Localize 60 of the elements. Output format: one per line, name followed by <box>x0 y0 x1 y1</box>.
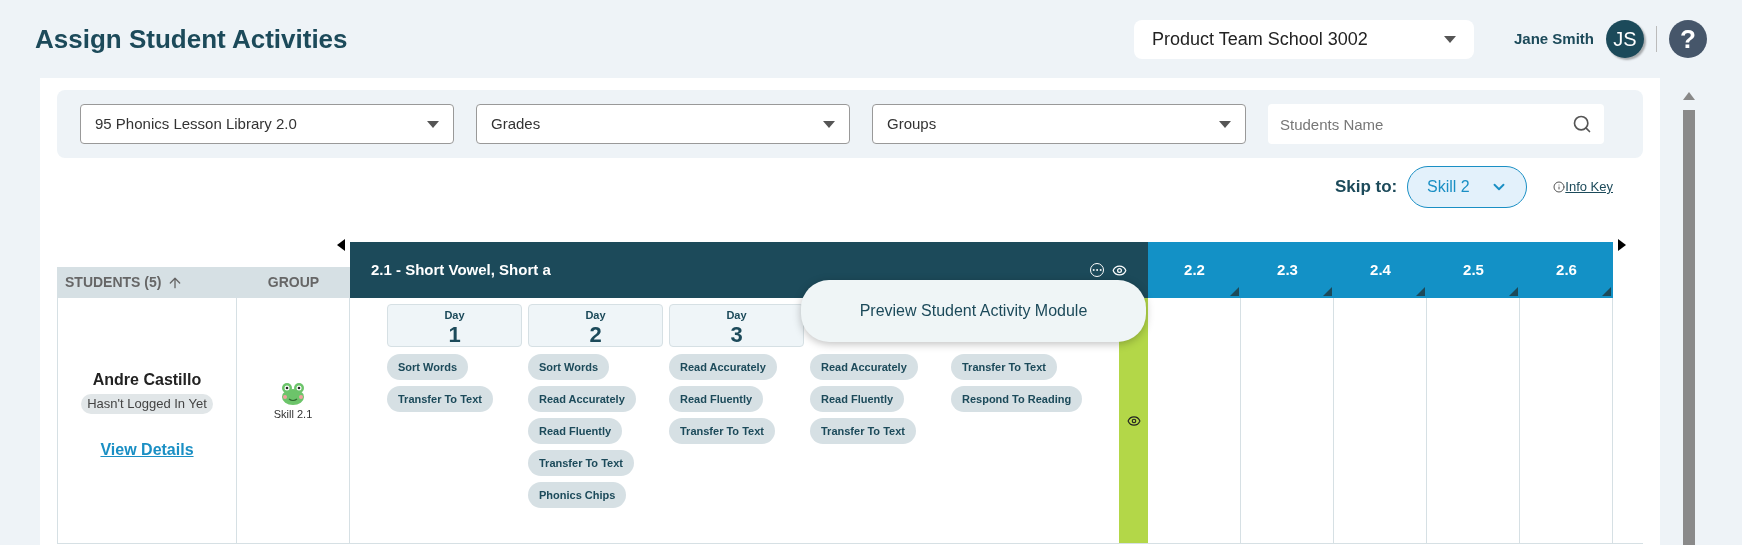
activity-chip[interactable]: Sort Words <box>387 354 469 380</box>
skill-column-header[interactable]: 2.2 <box>1148 242 1241 298</box>
activity-chip[interactable]: Read Accurately <box>810 354 918 380</box>
view-details-link[interactable]: View Details <box>100 437 194 462</box>
activity-chip[interactable]: Transfer To Text <box>528 450 634 476</box>
activity-chip[interactable]: Transfer To Text <box>387 386 493 412</box>
filter-dropdown[interactable]: 95 Phonics Lesson Library 2.0 <box>80 104 454 144</box>
scrollbar-thumb[interactable] <box>1683 110 1695 545</box>
activity-chip[interactable]: Read Fluently <box>810 386 905 412</box>
activity-chip[interactable]: Read Accurately <box>528 386 636 412</box>
status-tag: Hasn't Logged In Yet <box>81 394 213 414</box>
corner-triangle-icon <box>1509 287 1518 296</box>
page-title: Assign Student Activities <box>35 22 348 56</box>
activity-chip[interactable]: Respond To Reading <box>951 386 1083 412</box>
corner-triangle-icon <box>1416 287 1425 296</box>
info-key-link[interactable]: Info Key <box>1565 177 1613 197</box>
scroll-up-icon[interactable] <box>1683 92 1695 100</box>
eye-icon[interactable] <box>1126 413 1141 428</box>
corner-triangle-icon <box>1323 287 1332 296</box>
scroll-left-icon[interactable] <box>337 239 345 251</box>
frog-icon <box>280 380 306 406</box>
skip-to-label: Skip to: <box>1334 176 1398 199</box>
caret-icon <box>1219 120 1231 128</box>
day-header: Day 1 <box>387 304 522 347</box>
day-header: Day 2 <box>528 304 663 347</box>
preview-tooltip: Preview Student Activity Module <box>801 280 1146 342</box>
activity-chip[interactable]: Read Fluently <box>528 418 623 444</box>
skill-column-header[interactable]: 2.5 <box>1427 242 1520 298</box>
search-field[interactable]: Students Name <box>1268 104 1604 144</box>
info-icon <box>1553 181 1566 193</box>
filter-dropdown[interactable]: Groups <box>872 104 1246 144</box>
group-column-header: GROUP <box>266 273 321 292</box>
students-column-header[interactable]: STUDENTS (5) <box>57 267 237 298</box>
caret-icon <box>1443 35 1456 43</box>
skill-column-header[interactable]: 2.3 <box>1241 242 1334 298</box>
group-label: Skill 2.1 <box>273 407 313 422</box>
activity-chip[interactable]: Transfer To Text <box>951 354 1057 380</box>
scroll-right-icon[interactable] <box>1618 239 1626 251</box>
filter-dropdown[interactable]: Grades <box>476 104 850 144</box>
day-header: Day 3 <box>669 304 804 347</box>
school-dropdown[interactable]: Product Team School 3002 <box>1133 19 1474 59</box>
caret-icon <box>823 120 835 128</box>
eye-icon[interactable] <box>1112 262 1127 278</box>
activity-chip[interactable]: Read Fluently <box>669 386 764 412</box>
skill-column-header[interactable]: 2.6 <box>1520 242 1613 298</box>
activity-chip[interactable]: Sort Words <box>528 354 610 380</box>
activity-chip[interactable]: Transfer To Text <box>810 418 916 444</box>
user-name: Jane Smith <box>1513 28 1594 49</box>
help-button[interactable]: ? <box>1669 20 1707 58</box>
activity-chip[interactable]: Phonics Chips <box>528 482 627 508</box>
skill-column-header[interactable]: 2.4 <box>1334 242 1427 298</box>
search-icon[interactable] <box>1572 114 1592 134</box>
skill-title: 2.1 - Short Vowel, Short a <box>371 259 551 280</box>
caret-icon <box>427 120 439 128</box>
activity-chip[interactable]: Transfer To Text <box>669 418 775 444</box>
corner-triangle-icon <box>1602 287 1611 296</box>
corner-triangle-icon <box>1230 287 1239 296</box>
student-name: Andre Castillo <box>92 370 202 390</box>
activity-chip[interactable]: Read Accurately <box>669 354 777 380</box>
user-avatar[interactable]: JS <box>1606 20 1644 58</box>
